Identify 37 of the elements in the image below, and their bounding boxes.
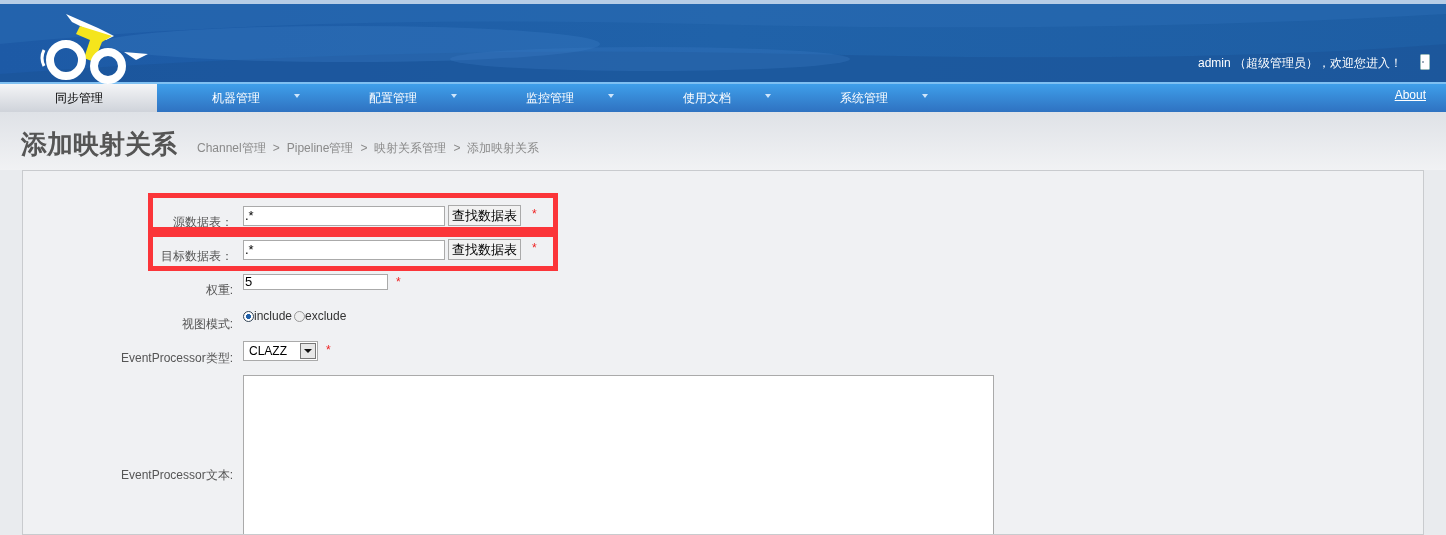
required-mark: * <box>532 240 537 257</box>
page-title: 添加映射关系 <box>21 127 177 161</box>
about-link[interactable]: About <box>1394 86 1426 104</box>
breadcrumb-separator: > <box>453 140 461 157</box>
radio-button[interactable] <box>294 310 306 322</box>
find-table-button[interactable]: 查找数据表 <box>448 239 521 260</box>
breadcrumb-item[interactable]: Pipeline管理 <box>286 139 354 157</box>
required-mark: * <box>396 274 401 291</box>
nav-tab[interactable]: 配置管理 <box>314 84 471 112</box>
type-select[interactable]: CLAZZ <box>243 341 318 361</box>
field-label: EventProcessor类型: <box>119 350 234 367</box>
table-name-field[interactable]: .* <box>243 205 445 226</box>
required-mark: * <box>532 206 537 223</box>
breadcrumb-item: 添加映射关系 <box>467 140 540 157</box>
breadcrumb-separator: > <box>272 140 280 157</box>
find-table-button[interactable]: 查找数据表 <box>448 205 521 226</box>
breadcrumb-item[interactable]: 映射关系管理 <box>374 139 447 157</box>
breadcrumb-item[interactable]: Channel管理 <box>197 139 266 157</box>
nav-tab[interactable]: 监控管理 <box>471 84 628 112</box>
radio-label: exclude <box>305 308 347 325</box>
logout-icon[interactable] <box>1420 54 1430 70</box>
field-label: EventProcessor文本: <box>119 467 234 484</box>
table-name-field[interactable]: .* <box>243 239 445 260</box>
field-label: 权重: <box>204 282 234 299</box>
radio-label: include <box>254 308 293 325</box>
required-mark: * <box>326 342 331 359</box>
user-greeting: admin （超级管理员），欢迎您进入！ <box>1197 55 1402 72</box>
nav-tab[interactable]: 同步管理 <box>0 84 157 112</box>
nav-tab[interactable]: 使用文档 <box>628 84 785 112</box>
field-label: 目标数据表： <box>160 248 234 265</box>
nav-tab[interactable]: 机器管理 <box>157 84 314 112</box>
weight-field[interactable]: 5 <box>243 274 388 290</box>
field-label: 源数据表： <box>172 214 234 231</box>
radio-button[interactable] <box>243 310 254 322</box>
breadcrumb-separator: > <box>360 140 368 157</box>
field-label: 视图模式: <box>180 316 234 333</box>
nav-tab[interactable]: 系统管理 <box>785 84 942 112</box>
